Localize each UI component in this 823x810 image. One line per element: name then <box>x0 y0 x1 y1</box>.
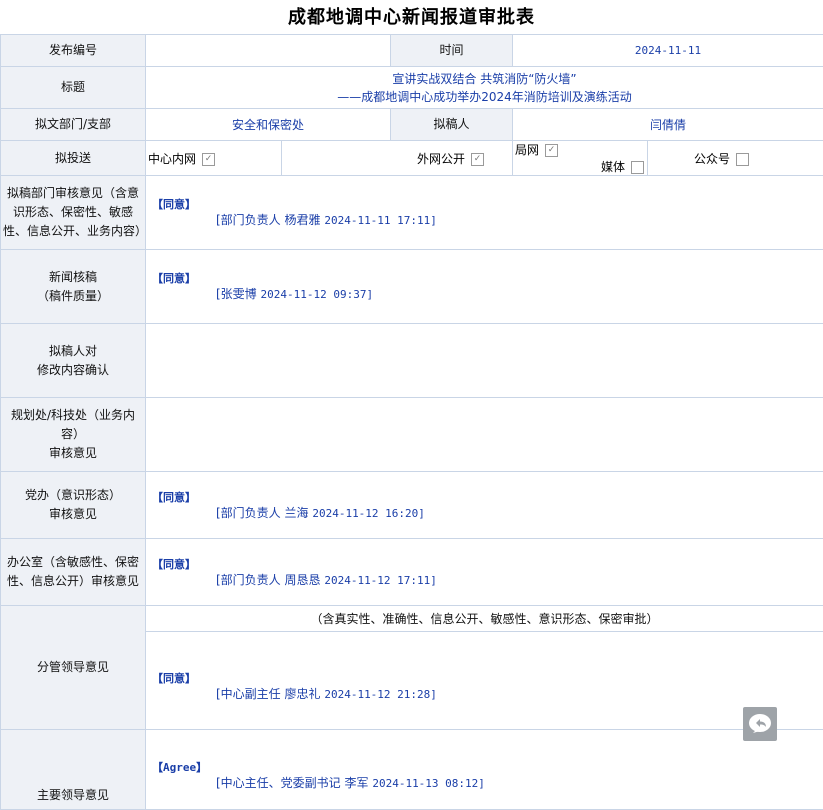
sign-time: 2024-11-11 17:11] <box>324 214 437 227</box>
checkbox[interactable] <box>631 161 644 174</box>
drafter-confirm-label: 拟稿人对 修改内容确认 <box>1 324 146 398</box>
signer: [部门负责人 周恳恳 <box>216 573 321 587</box>
dept-value: 安全和保密处 <box>146 109 391 141</box>
opinion-text: 【同意】 <box>152 558 823 572</box>
reply-arrow-icon <box>747 711 773 737</box>
sign-time: 2024-11-12 17:11] <box>324 574 437 587</box>
drafter-confirm-content <box>146 324 823 398</box>
signer: [张雯博 <box>216 287 257 301</box>
draft-dept-review-content: 【同意】 [部门负责人 杨君雅 2024-11-11 17:11] <box>146 176 823 250</box>
leader-in-charge-note: （含真实性、准确性、信息公开、敏感性、意识形态、保密审批） <box>146 606 823 632</box>
dept-label: 拟文部门/支部 <box>1 109 146 141</box>
checkbox[interactable] <box>736 153 749 166</box>
label-line-1: 规划处/科技处（业务内容） <box>3 406 143 444</box>
planning-review-content <box>146 398 823 472</box>
send-option-label: 公众号 <box>694 152 730 166</box>
time-value: 2024-11-11 <box>513 35 823 67</box>
row-drafter-confirm: 拟稿人对 修改内容确认 <box>1 324 823 398</box>
leader-in-charge-content: 【同意】 [中心副主任 廖忠礼 2024-11-12 21:28] <box>146 632 823 730</box>
drafter-value: 闫倩倩 <box>513 109 823 141</box>
news-check-label: 新闻核稿 （稿件质量） <box>1 250 146 324</box>
checkbox[interactable]: ✓ <box>471 153 484 166</box>
sign-time: 2024-11-12 21:28] <box>324 688 437 701</box>
opinion-text: 【同意】 <box>152 198 823 212</box>
subject-value: 宣讲实战双结合 共筑消防“防火墙” ——成都地调中心成功举办2024年消防培训及… <box>146 67 823 109</box>
send-option-label: 媒体 <box>601 160 625 174</box>
label-line-2: （稿件质量） <box>1 287 145 306</box>
form-title: 成都地调中心新闻报道审批表 <box>0 0 823 35</box>
signer: [部门负责人 兰海 <box>216 506 309 520</box>
approval-form-table: 发布编号 时间 2024-11-11 标题 宣讲实战双结合 共筑消防“防火墙” … <box>0 34 823 810</box>
send-label: 拟投送 <box>1 141 146 176</box>
time-label: 时间 <box>391 35 513 67</box>
row-number-time: 发布编号 时间 2024-11-11 <box>1 35 823 67</box>
signature: [中心副主任 廖忠礼 2024-11-12 21:28] <box>216 686 823 703</box>
row-send-targets: 拟投送 中心内网 ✓ 外网公开 ✓ 局网 ✓ 媒体 公众号 <box>1 141 823 176</box>
label-line-1: 新闻核稿 <box>1 268 145 287</box>
send-option-label: 外网公开 <box>417 152 465 166</box>
party-office-review-label: 党办（意识形态） 审核意见 <box>1 472 146 539</box>
row-office-review: 办公室（含敏感性、保密性、信息公开）审核意见 【同意】 [部门负责人 周恳恳 2… <box>1 539 823 606</box>
number-label: 发布编号 <box>1 35 146 67</box>
sign-time: 2024-11-12 16:20] <box>312 507 425 520</box>
number-value <box>146 35 391 67</box>
row-party-office-review: 党办（意识形态） 审核意见 【同意】 [部门负责人 兰海 2024-11-12 … <box>1 472 823 539</box>
office-review-label: 办公室（含敏感性、保密性、信息公开）审核意见 <box>1 539 146 606</box>
reply-button[interactable] <box>743 707 777 741</box>
subject-line-2: ——成都地调中心成功举办2024年消防培训及演练活动 <box>146 88 823 106</box>
label-line-2: 修改内容确认 <box>1 361 145 380</box>
office-review-content: 【同意】 [部门负责人 周恳恳 2024-11-12 17:11] <box>146 539 823 606</box>
signature: [部门负责人 杨君雅 2024-11-11 17:11] <box>216 212 823 229</box>
send-option-label: 中心内网 <box>148 152 196 166</box>
checkbox[interactable]: ✓ <box>202 153 215 166</box>
send-option-intranet: 中心内网 ✓ <box>146 141 282 176</box>
row-main-leader: 主要领导意见 【Agree】 [中心主任、党委副书记 李军 2024-11-13… <box>1 730 823 810</box>
checkbox[interactable]: ✓ <box>545 144 558 157</box>
party-office-review-content: 【同意】 [部门负责人 兰海 2024-11-12 16:20] <box>146 472 823 539</box>
row-subject: 标题 宣讲实战双结合 共筑消防“防火墙” ——成都地调中心成功举办2024年消防… <box>1 67 823 109</box>
row-dept-drafter: 拟文部门/支部 安全和保密处 拟稿人 闫倩倩 <box>1 109 823 141</box>
opinion-text: 【同意】 <box>152 672 823 686</box>
signature: [张雯博 2024-11-12 09:37] <box>216 286 823 303</box>
opinion-text: 【同意】 <box>152 491 823 505</box>
signer: [中心主任、党委副书记 李军 <box>216 776 369 790</box>
leader-in-charge-label: 分管领导意见 <box>1 606 146 730</box>
planning-review-label: 规划处/科技处（业务内容） 审核意见 <box>1 398 146 472</box>
row-news-check: 新闻核稿 （稿件质量） 【同意】 [张雯博 2024-11-12 09:37] <box>1 250 823 324</box>
opinion-text: 【同意】 <box>152 272 823 286</box>
main-leader-label: 主要领导意见 <box>1 730 146 810</box>
row-draft-dept-review: 拟稿部门审核意见（含意识形态、保密性、敏感性、信息公开、业务内容） 【同意】 [… <box>1 176 823 250</box>
signature: [部门负责人 周恳恳 2024-11-12 17:11] <box>216 572 823 589</box>
signer: [中心副主任 廖忠礼 <box>216 687 321 701</box>
subject-label: 标题 <box>1 67 146 109</box>
row-leader-in-charge-note: 分管领导意见 （含真实性、准确性、信息公开、敏感性、意识形态、保密审批） <box>1 606 823 632</box>
subject-line-1: 宣讲实战双结合 共筑消防“防火墙” <box>146 70 823 88</box>
opinion-text: 【Agree】 <box>152 761 823 775</box>
label-line-1: 党办（意识形态） <box>1 486 145 505</box>
draft-dept-review-label: 拟稿部门审核意见（含意识形态、保密性、敏感性、信息公开、业务内容） <box>1 176 146 250</box>
send-option-wechat: 公众号 <box>648 141 823 176</box>
signer: [部门负责人 杨君雅 <box>216 213 321 227</box>
label-line-1: 拟稿人对 <box>1 342 145 361</box>
row-planning-review: 规划处/科技处（业务内容） 审核意见 <box>1 398 823 472</box>
send-option-label: 局网 <box>515 143 539 157</box>
send-option-public: 外网公开 ✓ <box>282 141 513 176</box>
signature: [部门负责人 兰海 2024-11-12 16:20] <box>216 505 823 522</box>
news-check-content: 【同意】 [张雯博 2024-11-12 09:37] <box>146 250 823 324</box>
label-line-2: 审核意见 <box>3 444 143 463</box>
sign-time: 2024-11-12 09:37] <box>261 288 374 301</box>
send-option-bureau: 局网 ✓ 媒体 <box>513 141 648 176</box>
label-line-2: 审核意见 <box>1 505 145 524</box>
drafter-label: 拟稿人 <box>391 109 513 141</box>
main-leader-content: 【Agree】 [中心主任、党委副书记 李军 2024-11-13 08:12] <box>146 730 823 810</box>
